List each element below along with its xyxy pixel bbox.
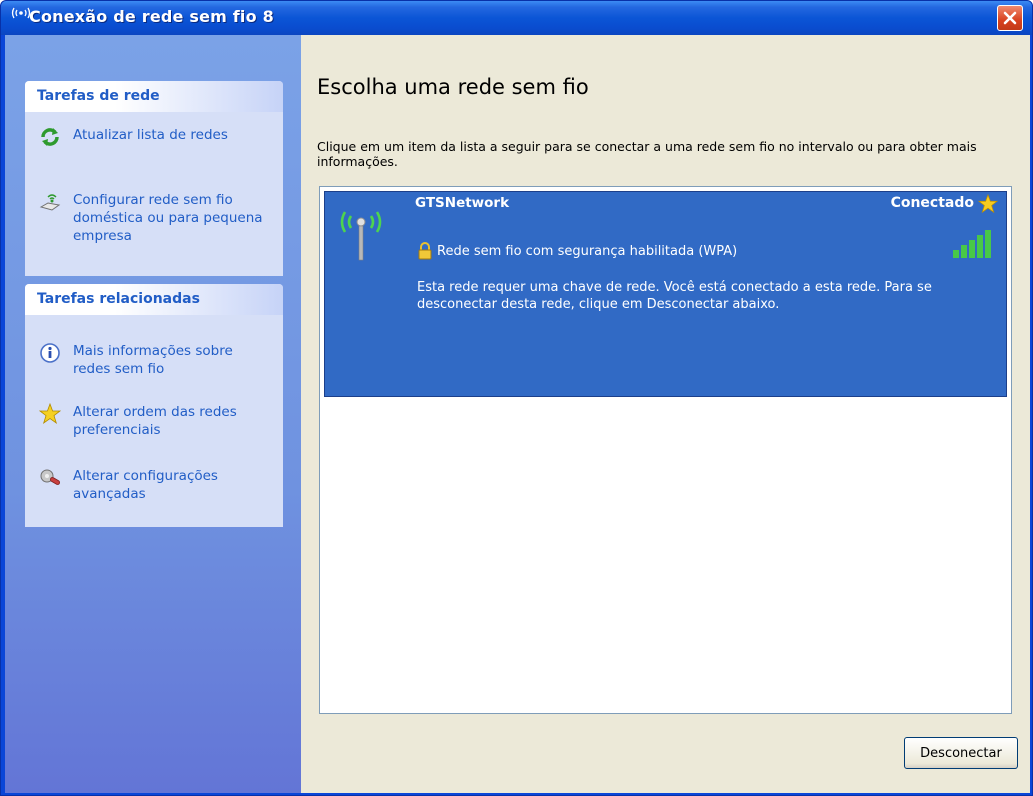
- more-info-wireless-link[interactable]: Mais informações sobre redes sem fio: [39, 342, 279, 382]
- title-bar[interactable]: Conexão de rede sem fio 8: [1, 1, 1032, 35]
- page-title: Escolha uma rede sem fio: [317, 75, 589, 99]
- change-advanced-settings-label: Alterar configurações avançadas: [73, 468, 218, 502]
- disconnect-button[interactable]: Desconectar: [904, 737, 1018, 769]
- related-tasks-header: Tarefas relacionadas: [25, 284, 283, 315]
- settings-icon: [40, 469, 60, 485]
- network-tasks-panel: Tarefas de rede Atualizar lista de redes: [25, 81, 283, 276]
- network-name: GTSNetwork: [415, 195, 510, 211]
- network-list-item[interactable]: GTSNetwork Conectado Rede sem fio com se…: [324, 191, 1007, 397]
- refresh-network-list-label: Atualizar lista de redes: [73, 127, 228, 143]
- task-sidebar: Tarefas de rede Atualizar lista de redes: [5, 35, 301, 793]
- instructions-text: Clique em um item da lista a seguir para…: [317, 139, 977, 169]
- change-preferred-order-label: Alterar ordem das redes preferenciais: [73, 404, 237, 438]
- close-icon: [1003, 11, 1017, 25]
- connected-star-icon: [978, 194, 998, 214]
- refresh-icon: [41, 128, 59, 146]
- lock-icon: [418, 242, 432, 260]
- more-info-wireless-label: Mais informações sobre redes sem fio: [73, 343, 233, 377]
- signal-strength-icon: [953, 230, 991, 258]
- wireless-setup-icon: [39, 194, 61, 211]
- network-description: Esta rede requer uma chave de rede. Você…: [417, 280, 932, 312]
- refresh-network-list-link[interactable]: Atualizar lista de redes: [39, 126, 279, 148]
- close-button[interactable]: [997, 5, 1023, 31]
- main-content: Escolha uma rede sem fio Clique em um it…: [301, 35, 1030, 793]
- wireless-network-icon: [340, 211, 382, 261]
- security-label: Rede sem fio com segurança habilitada (W…: [437, 244, 738, 259]
- wireless-network-list[interactable]: GTSNetwork Conectado Rede sem fio com se…: [319, 186, 1012, 714]
- window-title: Conexão de rede sem fio 8: [29, 7, 274, 26]
- change-preferred-order-link[interactable]: Alterar ordem das redes preferenciais: [39, 403, 279, 443]
- network-tasks-header: Tarefas de rede: [25, 81, 283, 112]
- related-tasks-panel: Tarefas relacionadas Mais informações so…: [25, 284, 283, 527]
- setup-wireless-network-label: Configurar rede sem fio doméstica ou par…: [73, 192, 263, 244]
- connection-status: Conectado: [890, 195, 974, 211]
- window-client-area: Tarefas de rede Atualizar lista de redes: [5, 35, 1030, 793]
- setup-wireless-network-link[interactable]: Configurar rede sem fio doméstica ou par…: [39, 191, 279, 247]
- star-icon: [39, 403, 61, 424]
- info-icon: [40, 343, 60, 363]
- change-advanced-settings-link[interactable]: Alterar configurações avançadas: [39, 467, 279, 507]
- wireless-connection-window: Conexão de rede sem fio 8 Tarefas de red…: [0, 0, 1033, 796]
